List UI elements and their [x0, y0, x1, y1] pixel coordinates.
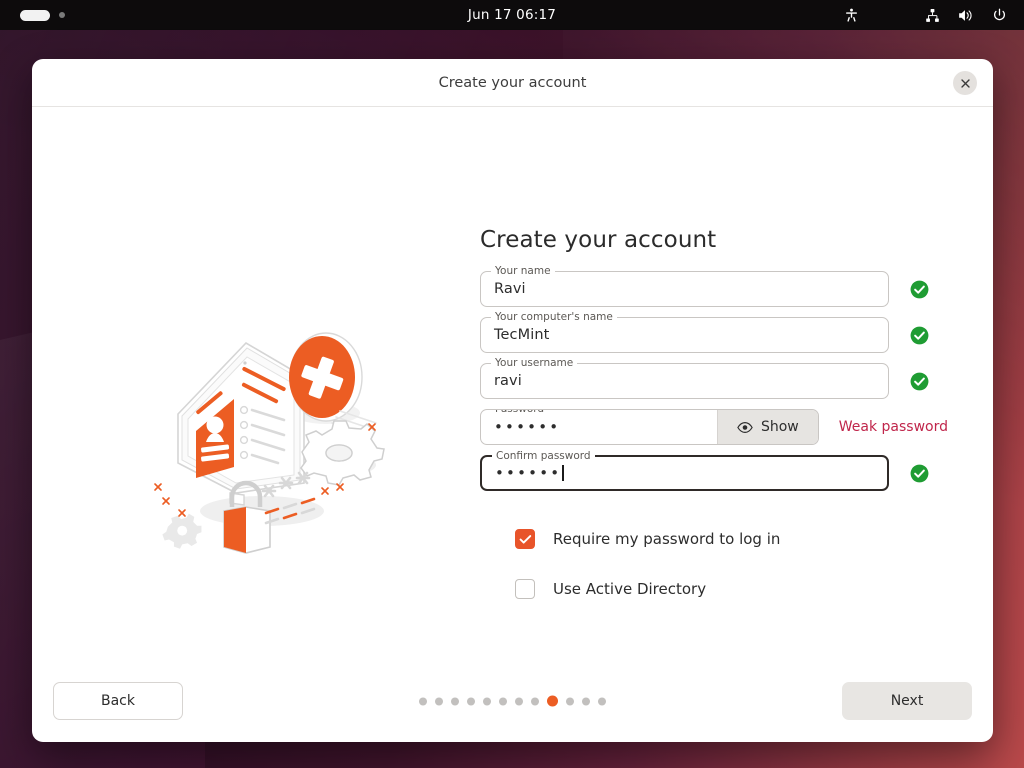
username-input-label: Your username — [491, 357, 577, 370]
system-top-bar: Jun 17 06:17 — [0, 0, 1024, 30]
page-dot — [467, 697, 475, 705]
active-directory-checkbox-label: Use Active Directory — [553, 580, 706, 598]
close-icon[interactable] — [953, 71, 977, 95]
require-password-checkbox-row[interactable]: Require my password to log in — [515, 529, 948, 549]
password-input-value: •••••• — [481, 418, 560, 436]
show-password-label: Show — [761, 419, 799, 435]
next-button[interactable]: Next — [842, 682, 972, 720]
page-dot — [566, 697, 574, 705]
active-directory-checkbox-row[interactable]: Use Active Directory — [515, 579, 948, 599]
confirm-password-input-label: Confirm password — [492, 450, 595, 463]
page-dot — [515, 697, 523, 705]
create-account-dialog: Create your account — [32, 59, 993, 742]
active-directory-checkbox[interactable] — [515, 579, 535, 599]
pill-indicator-icon[interactable] — [20, 10, 50, 21]
field-row-name: Your name Ravi — [480, 271, 948, 307]
top-bar-left-indicators — [0, 10, 300, 21]
require-password-checkbox-label: Require my password to log in — [553, 530, 780, 548]
password-strength-label: Weak password — [839, 419, 948, 435]
back-button[interactable]: Back — [53, 682, 183, 720]
dot-indicator-icon[interactable] — [59, 12, 65, 18]
page-dot — [598, 697, 606, 705]
text-caret — [562, 465, 563, 481]
computer-name-input-value: TecMint — [481, 327, 549, 343]
valid-check-icon — [910, 464, 929, 483]
username-input-value: ravi — [481, 373, 522, 389]
field-row-password: Password •••••• Show Weak — [480, 409, 948, 445]
page-dot — [582, 697, 590, 705]
password-input-label: Password — [491, 409, 548, 416]
field-row-username: Your username ravi — [480, 363, 948, 399]
dialog-footer: Back Next — [32, 660, 993, 742]
page-dot — [531, 697, 539, 705]
page-dot — [451, 697, 459, 705]
volume-icon[interactable] — [958, 8, 974, 23]
field-row-confirm-password: Confirm password •••••• — [480, 455, 948, 491]
valid-check-icon — [910, 372, 929, 391]
page-title: Create your account — [480, 227, 948, 253]
page-dot-active — [547, 696, 558, 707]
clock-label[interactable]: Jun 17 06:17 — [300, 7, 724, 23]
accessibility-icon[interactable] — [844, 8, 859, 23]
name-input-value: Ravi — [481, 281, 526, 297]
power-icon[interactable] — [992, 8, 1007, 23]
password-input[interactable]: Password •••••• Show — [480, 409, 819, 445]
require-password-checkbox[interactable] — [515, 529, 535, 549]
page-dot — [499, 697, 507, 705]
name-input[interactable]: Your name Ravi — [480, 271, 889, 307]
dialog-title: Create your account — [439, 75, 587, 91]
account-form: Create your account Your name Ravi Your — [448, 227, 948, 599]
show-password-button[interactable]: Show — [717, 410, 818, 444]
valid-check-icon — [910, 326, 929, 345]
page-dot — [419, 697, 427, 705]
computer-name-input[interactable]: Your computer's name TecMint — [480, 317, 889, 353]
name-input-label: Your name — [491, 265, 555, 278]
confirm-password-input-value: •••••• — [482, 464, 561, 482]
page-dot — [483, 697, 491, 705]
dialog-body: Create your account Your name Ravi Your — [32, 107, 993, 660]
create-account-illustration — [144, 315, 412, 565]
top-bar-status-icons — [724, 8, 1024, 23]
dialog-header: Create your account — [32, 59, 993, 107]
confirm-password-input[interactable]: Confirm password •••••• — [480, 455, 889, 491]
page-dot — [435, 697, 443, 705]
valid-check-icon — [910, 280, 929, 299]
computer-name-input-label: Your computer's name — [491, 311, 617, 324]
eye-icon — [737, 421, 753, 434]
username-input[interactable]: Your username ravi — [480, 363, 889, 399]
network-icon[interactable] — [925, 8, 940, 23]
field-row-computer-name: Your computer's name TecMint — [480, 317, 948, 353]
